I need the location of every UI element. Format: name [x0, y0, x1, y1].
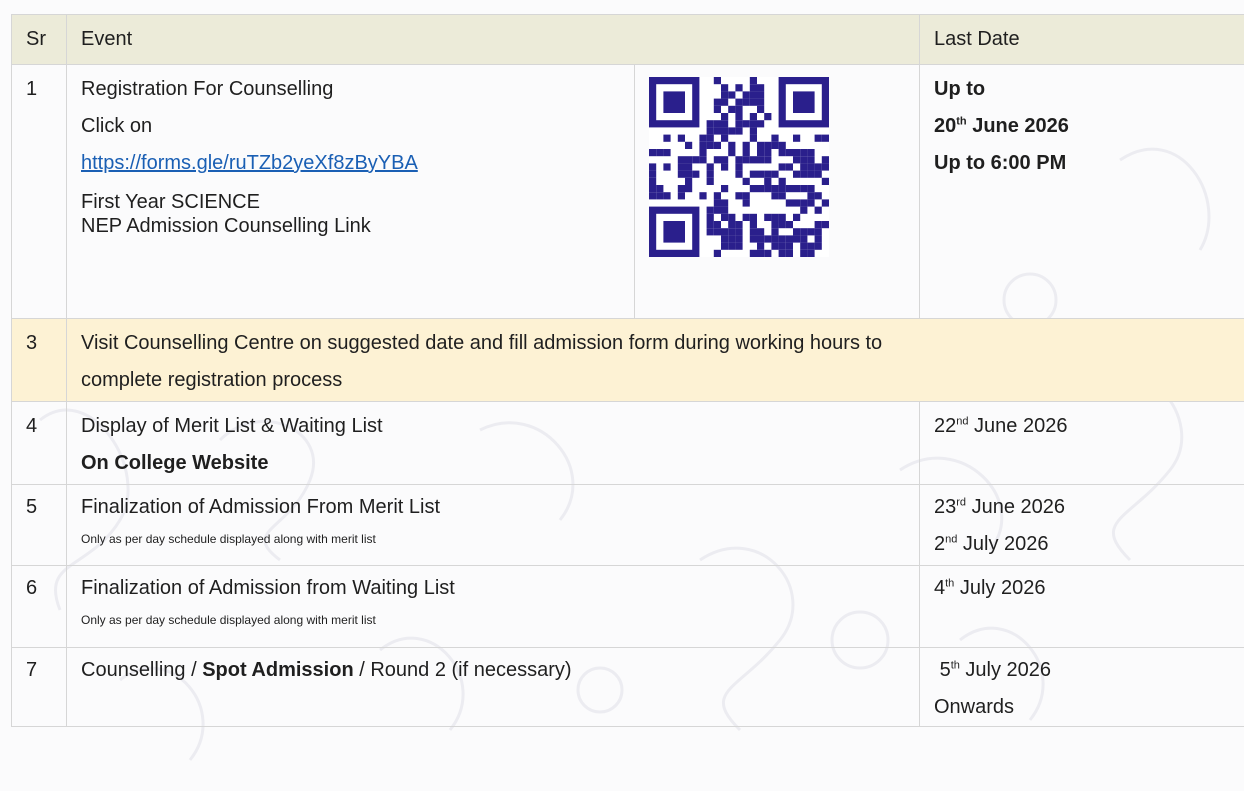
table-row: 5 Finalization of Admission From Merit L…	[11, 484, 1244, 566]
spot-admission-label: Spot Admission	[202, 659, 354, 681]
event-cell: Finalization of Admission from Waiting L…	[66, 565, 920, 648]
event-note: Only as per day schedule displayed along…	[81, 532, 376, 546]
event-line-1: Visit Counselling Centre on suggested da…	[81, 332, 883, 354]
course-line: First Year SCIENCE	[81, 191, 260, 213]
event-cell: Display of Merit List & Waiting List On …	[66, 401, 920, 485]
event-cell: Visit Counselling Centre on suggested da…	[66, 318, 1244, 402]
registration-form-link[interactable]: https://forms.gle/ruTZb2yeXf8zByYBA	[81, 152, 418, 174]
table-row: 4 Display of Merit List & Waiting List O…	[11, 401, 1244, 485]
date-cell: 4th July 2026	[919, 565, 1244, 648]
event-text-part1: Counselling /	[81, 659, 203, 681]
row-number: 1	[11, 64, 67, 319]
event-title: Display of Merit List & Waiting List	[81, 415, 383, 437]
deadline-date: 20th June 2026	[934, 115, 1069, 137]
event-cell: Registration For Counselling Click on ht…	[66, 64, 635, 319]
date-cell: 22nd June 2026	[919, 401, 1244, 485]
date-cell: Up to 20th June 2026 Up to 6:00 PM	[919, 64, 1244, 319]
counselling-link-label: NEP Admission Counselling Link	[81, 215, 371, 237]
date-value: 22nd June 2026	[934, 415, 1068, 437]
qr-code-icon[interactable]	[649, 77, 829, 257]
event-note: Only as per day schedule displayed along…	[81, 613, 376, 627]
date-value: 5th July 2026	[939, 659, 1052, 681]
date-cell: 23rd June 2026 2nd July 2026	[919, 484, 1244, 566]
event-cell: Counselling / Spot Admission / Round 2 (…	[66, 647, 920, 727]
header-last-date: Last Date	[919, 14, 1244, 65]
date-up-to: Up to	[934, 78, 986, 100]
table-row: 1 Registration For Counselling Click on …	[11, 64, 1244, 319]
table-header-row: Sr Event Last Date	[11, 14, 1244, 65]
date-value-1: 23rd June 2026	[934, 496, 1066, 518]
qr-cell	[634, 64, 920, 319]
date-onwards: Onwards	[934, 696, 1015, 718]
row-number: 4	[11, 401, 67, 485]
admission-schedule-table: Sr Event Last Date 1 Registration For Co…	[11, 14, 1244, 727]
date-value-2: 2nd July 2026	[934, 533, 1049, 555]
date-value: 4th July 2026	[934, 577, 1046, 599]
event-title: Finalization of Admission from Waiting L…	[81, 577, 455, 599]
click-on-text: Click on	[81, 115, 153, 137]
table-row: 6 Finalization of Admission from Waiting…	[11, 565, 1244, 648]
event-title: Registration For Counselling	[81, 78, 334, 100]
event-cell: Finalization of Admission From Merit Lis…	[66, 484, 920, 566]
deadline-time: Up to 6:00 PM	[934, 152, 1067, 174]
event-text-part3: / Round 2 (if necessary)	[353, 659, 572, 681]
row-number: 5	[11, 484, 67, 566]
event-title: Finalization of Admission From Merit Lis…	[81, 496, 441, 518]
table-row: 3 Visit Counselling Centre on suggested …	[11, 318, 1244, 402]
header-event: Event	[66, 14, 920, 65]
row-number: 3	[11, 318, 67, 402]
date-cell: 5th July 2026 Onwards	[919, 647, 1244, 727]
table-row: 7 Counselling / Spot Admission / Round 2…	[11, 647, 1244, 727]
row-number: 7	[11, 647, 67, 727]
event-line-2: complete registration process	[81, 369, 343, 391]
header-sr: Sr	[11, 14, 67, 65]
row-number: 6	[11, 565, 67, 648]
event-subtitle: On College Website	[81, 452, 269, 474]
